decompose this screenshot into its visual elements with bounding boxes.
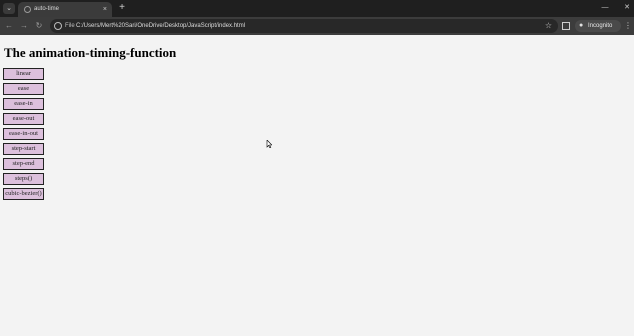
bookmark-star-icon[interactable]: ☆: [545, 19, 552, 33]
reload-icon[interactable]: ↻: [33, 20, 45, 32]
timing-item-step-end: step-end: [3, 158, 44, 170]
page-viewport: The animation-timing-function linear eas…: [0, 35, 634, 336]
timing-item-ease-in-out: ease-in-out: [3, 128, 44, 140]
minimize-icon[interactable]: —: [600, 2, 610, 14]
site-info-icon[interactable]: [54, 22, 62, 30]
timing-item-ease-out: ease-out: [3, 113, 44, 125]
forward-icon[interactable]: →: [18, 20, 30, 32]
side-panel-icon[interactable]: [562, 22, 570, 30]
tab-strip: ⌄ auto-time × + — ✕: [0, 0, 634, 17]
timing-item-cubic-bezier: cubic-bezier(): [3, 188, 44, 200]
timing-item-ease: ease: [3, 83, 44, 95]
timing-item-linear: linear: [3, 68, 44, 80]
close-window-icon[interactable]: ✕: [622, 2, 632, 14]
timing-item-step-start: step-start: [3, 143, 44, 155]
url-text[interactable]: C:/Users/Mert%20Sari/OneDrive/Desktop/Ja…: [76, 19, 245, 33]
scheme-label: File: [65, 23, 75, 29]
incognito-badge[interactable]: ● Incognito: [575, 20, 621, 32]
back-icon[interactable]: ←: [3, 20, 15, 32]
tab-close-icon[interactable]: ×: [103, 4, 107, 15]
mouse-cursor-icon: [266, 140, 272, 148]
incognito-icon: ●: [579, 22, 584, 29]
page-title: The animation-timing-function: [4, 45, 177, 60]
tab-search-icon[interactable]: ⌄: [3, 3, 15, 14]
tab-title: auto-time: [34, 6, 60, 12]
menu-dots-icon[interactable]: ⋮: [624, 20, 632, 32]
timing-item-ease-in: ease-in: [3, 98, 44, 110]
new-tab-button[interactable]: +: [117, 2, 127, 14]
incognito-label: Incognito: [588, 23, 613, 29]
timing-function-list: linear ease ease-in ease-out ease-in-out…: [3, 68, 44, 203]
timing-item-steps: steps(): [3, 173, 44, 185]
globe-icon: [24, 6, 31, 13]
browser-toolbar: ← → ↻ File C:/Users/Mert%20Sari/OneDrive…: [0, 17, 634, 35]
address-bar[interactable]: File C:/Users/Mert%20Sari/OneDrive/Deskt…: [50, 19, 558, 33]
tab-active[interactable]: auto-time ×: [18, 2, 112, 17]
